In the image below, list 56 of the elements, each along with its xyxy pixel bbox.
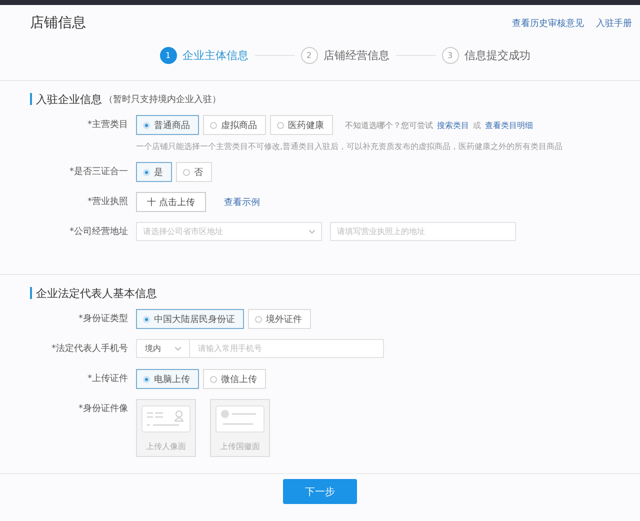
caret-icon [309,230,315,234]
radio-option[interactable]: 医药健康 [270,115,333,135]
radio-option[interactable]: 普通商品 [136,115,199,135]
radio-icon [210,376,217,382]
region-text: 境内 [145,343,161,354]
card-caption: 上传国徽面 [220,441,260,452]
step-label: 企业主体信息 [182,48,248,63]
radio-icon [277,122,284,128]
id-card-icon [141,405,191,433]
card-caption: 上传人像面 [146,441,186,452]
radio-icon [255,316,262,322]
radio-option[interactable]: 微信上传 [203,369,266,389]
caret-icon [175,346,181,350]
field-label: *身份证类型 [78,312,129,326]
radio-option[interactable]: 中国大陆居民身份证 [136,309,244,329]
step-label: 信息提交成功 [464,48,530,63]
hint-text: 一个店铺只能选择一个主营类目不可修改,普通类目入驻后，可以补充资质发布的虚拟商品，医药健康之外的所有类目商品 [136,141,563,152]
section-title: 企业法定代表人基本信息 [36,286,157,300]
header-link[interactable]: 入驻手册 [596,16,632,30]
radio-option[interactable]: 电脑上传 [136,369,199,389]
radio-option[interactable]: 境外证件 [248,309,311,329]
section-note: （暂时只支持境内企业入驻） [104,94,221,106]
field-label: *主营类目 [86,118,129,132]
page-title: 店铺信息 [30,14,87,32]
select-placeholder: 请选择公司省市区地址 [143,226,223,237]
tip-text: 不知道选哪个？您可尝试 [345,120,433,130]
upload-button[interactable]: 十 点击上传 [136,192,206,212]
radio-icon [143,376,150,382]
radio-option[interactable]: 虚拟商品 [203,115,266,135]
field-label: *法定代表人手机号 [50,342,129,356]
step-number: 1 [160,47,176,64]
field-label: *公司经营地址 [68,226,129,239]
field-label: *上传证件 [86,372,129,386]
section-title: 入驻企业信息 [36,92,102,106]
field-label: *身份证件像 [78,402,129,416]
joiner-text: 或 [473,120,481,130]
radio-icon [143,122,150,128]
radio-option[interactable]: 否 [176,162,212,182]
step-number: 3 [442,47,458,64]
address-input[interactable]: 请填写营业执照上的地址 [330,222,516,241]
radio-icon [143,316,150,322]
field-label: *营业执照 [86,196,129,209]
radio-option[interactable]: 是 [136,162,172,182]
radio-icon [210,122,217,128]
radio-icon [183,168,190,176]
region-select[interactable]: 境内 [137,340,190,357]
radio-icon [143,168,150,176]
field-label: *是否三证合一 [68,166,129,179]
phone-field[interactable]: 境内 请输入常用手机号 [136,339,384,358]
tip-link[interactable]: 查看类目明细 [485,120,533,130]
tip-link[interactable]: 搜索类目 [437,120,469,130]
step-label: 店铺经营信息 [324,48,390,63]
example-link[interactable]: 查看示例 [224,196,260,208]
step-number: 2 [300,47,318,64]
id-card-icon [215,405,265,433]
header-link[interactable]: 查看历史审核意见 [512,16,584,30]
